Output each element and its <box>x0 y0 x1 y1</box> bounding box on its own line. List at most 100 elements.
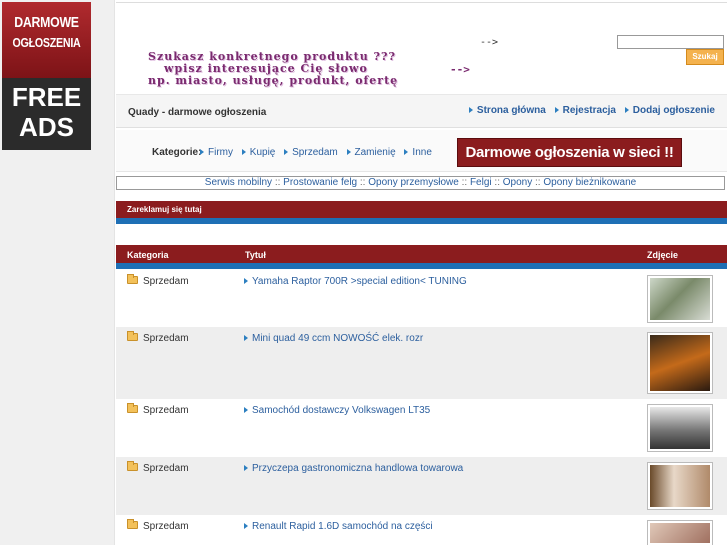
category-kupie[interactable]: Kupię <box>241 147 276 158</box>
page-title: Quady - darmowe ogłoszenia <box>128 107 267 118</box>
folder-icon <box>127 331 138 341</box>
table-row: Sprzedam Yamaha Raptor 700R >special edi… <box>116 270 727 327</box>
arrow-right-icon <box>468 107 473 114</box>
category-links: Firmy Kupię Sprzedam Zamienię Inne <box>200 147 438 158</box>
category-bar: Kategorie: Firmy Kupię Sprzedam Zamienię… <box>116 130 727 172</box>
row-thumbnail[interactable] <box>647 332 713 394</box>
sponsored-links-bar: Serwis mobilny :: Prostowanie felg :: Op… <box>116 176 725 190</box>
logo-line-1: DARMOWE <box>14 14 79 31</box>
link-opony-biezni[interactable]: Opony bieżnikowane <box>543 177 636 188</box>
category-zamienie-label: Zamienię <box>354 147 396 158</box>
advertise-heading[interactable]: Zareklamuj się tutaj <box>116 201 727 224</box>
thumbnail-image <box>650 335 710 391</box>
arrow-right-icon <box>244 278 248 285</box>
link-separator: :: <box>494 177 500 188</box>
category-sprzedam[interactable]: Sprzedam <box>284 147 338 158</box>
header-arrow-text: --> <box>480 37 499 48</box>
arrow-right-icon <box>554 107 559 114</box>
promo-banner[interactable]: Darmowe ogłoszenia w sieci !! <box>457 138 682 167</box>
nav-register-label: Rejestracja <box>562 105 616 116</box>
table-row: Sprzedam Mini quad 49 ccm NOWOŚĆ elek. r… <box>116 327 727 399</box>
header-category: Kategoria <box>127 250 169 260</box>
header-photo: Zdjęcie <box>647 250 679 260</box>
nav-add-ad-link[interactable]: Dodaj ogłoszenie <box>624 105 715 116</box>
row-title-link[interactable]: Przyczepa gastronomiczna handlowa towaro… <box>252 463 463 474</box>
link-separator: :: <box>535 177 541 188</box>
folder-icon <box>127 274 138 284</box>
banner-line-3: np. miasto, usługę, produkt, ofertę <box>148 74 399 87</box>
row-title-link[interactable]: Renault Rapid 1.6D samochód na części <box>252 521 433 532</box>
arrow-right-icon <box>200 149 204 156</box>
row-category: Sprzedam <box>143 276 189 287</box>
row-thumbnail[interactable] <box>647 275 713 323</box>
thumbnail-image <box>650 465 710 507</box>
left-column: DARMOWE OGŁOSZENIA FREE ADS <box>0 0 115 545</box>
row-title: Mini quad 49 ccm NOWOŚĆ elek. rozr <box>244 333 423 344</box>
main-content: --> Szukasz konkretnego produktu ??? wpi… <box>116 0 727 545</box>
search-banner: Szukasz konkretnego produktu ??? wpisz i… <box>148 51 488 87</box>
top-navigation: Strona główna Rejestracja Dodaj ogłoszen… <box>463 105 715 116</box>
link-felgi[interactable]: Felgi <box>470 177 492 188</box>
banner-arrow: --> <box>450 63 470 76</box>
table-row: Sprzedam Przyczepa gastronomiczna handlo… <box>116 457 727 515</box>
arrow-right-icon <box>624 107 629 114</box>
arrow-right-icon <box>244 335 248 342</box>
arrow-right-icon <box>244 523 248 530</box>
row-category: Sprzedam <box>143 463 189 474</box>
table-row: Sprzedam Samochód dostawczy Volkswagen L… <box>116 399 727 457</box>
arrow-right-icon <box>284 149 289 156</box>
nav-register-link[interactable]: Rejestracja <box>554 105 616 116</box>
category-label: Kategorie: <box>152 147 202 158</box>
category-zamienie[interactable]: Zamienię <box>346 147 396 158</box>
folder-icon <box>127 519 138 529</box>
row-category: Sprzedam <box>143 521 189 532</box>
category-kupie-label: Kupię <box>249 147 276 158</box>
row-title: Przyczepa gastronomiczna handlowa towaro… <box>244 463 463 474</box>
logo-line-2: OGŁOSZENIA <box>12 35 81 50</box>
link-opony-przemyslowe[interactable]: Opony przemysłowe <box>368 177 459 188</box>
logo-line-4: ADS <box>19 112 74 142</box>
thumbnail-image <box>650 407 710 449</box>
link-serwis-mobilny[interactable]: Serwis mobilny <box>205 177 272 188</box>
link-opony[interactable]: Opony <box>503 177 532 188</box>
row-title: Renault Rapid 1.6D samochód na części <box>244 521 433 532</box>
row-title: Samochód dostawczy Volkswagen LT35 <box>244 405 430 416</box>
row-title-link[interactable]: Yamaha Raptor 700R >special edition< TUN… <box>252 276 467 287</box>
row-thumbnail[interactable] <box>647 462 713 510</box>
category-inne-label: Inne <box>412 147 432 158</box>
listing-table-header: Kategoria Tytuł Zdjęcie <box>116 245 727 269</box>
arrow-right-icon <box>241 149 246 156</box>
header-title: Tytuł <box>245 250 266 260</box>
table-row: Sprzedam Renault Rapid 1.6D samochód na … <box>116 515 727 545</box>
arrow-right-icon <box>346 149 351 156</box>
thumbnail-image <box>650 278 710 320</box>
category-firmy-label: Firmy <box>208 147 233 158</box>
site-logo[interactable]: DARMOWE OGŁOSZENIA FREE ADS <box>2 2 91 150</box>
category-sprzedam-label: Sprzedam <box>292 147 338 158</box>
nav-home-label: Strona główna <box>476 105 546 116</box>
search-button[interactable]: Szukaj <box>686 49 724 65</box>
nav-add-ad-label: Dodaj ogłoszenie <box>632 105 715 116</box>
advertise-body <box>116 224 727 243</box>
row-title-link[interactable]: Mini quad 49 ccm NOWOŚĆ elek. rozr <box>252 333 423 344</box>
breadcrumb-bar: Quady - darmowe ogłoszenia Strona główna… <box>116 94 727 128</box>
row-title-link[interactable]: Samochód dostawczy Volkswagen LT35 <box>252 405 430 416</box>
folder-icon <box>127 461 138 471</box>
category-inne[interactable]: Inne <box>404 147 432 158</box>
category-firmy[interactable]: Firmy <box>200 147 233 158</box>
row-thumbnail[interactable] <box>647 520 713 545</box>
row-thumbnail[interactable] <box>647 404 713 452</box>
nav-home-link[interactable]: Strona główna <box>468 105 546 116</box>
arrow-right-icon <box>404 149 409 156</box>
row-title: Yamaha Raptor 700R >special edition< TUN… <box>244 276 467 287</box>
link-separator: :: <box>461 177 468 188</box>
link-separator: :: <box>359 177 366 188</box>
thumbnail-image <box>650 523 710 543</box>
row-category: Sprzedam <box>143 405 189 416</box>
search-input[interactable] <box>617 35 724 49</box>
logo-line-3: FREE <box>11 82 82 112</box>
link-separator: :: <box>274 177 281 188</box>
header: --> Szukasz konkretnego produktu ??? wpi… <box>116 2 727 94</box>
row-category: Sprzedam <box>143 333 189 344</box>
link-prostowanie-felg[interactable]: Prostowanie felg <box>283 177 357 188</box>
